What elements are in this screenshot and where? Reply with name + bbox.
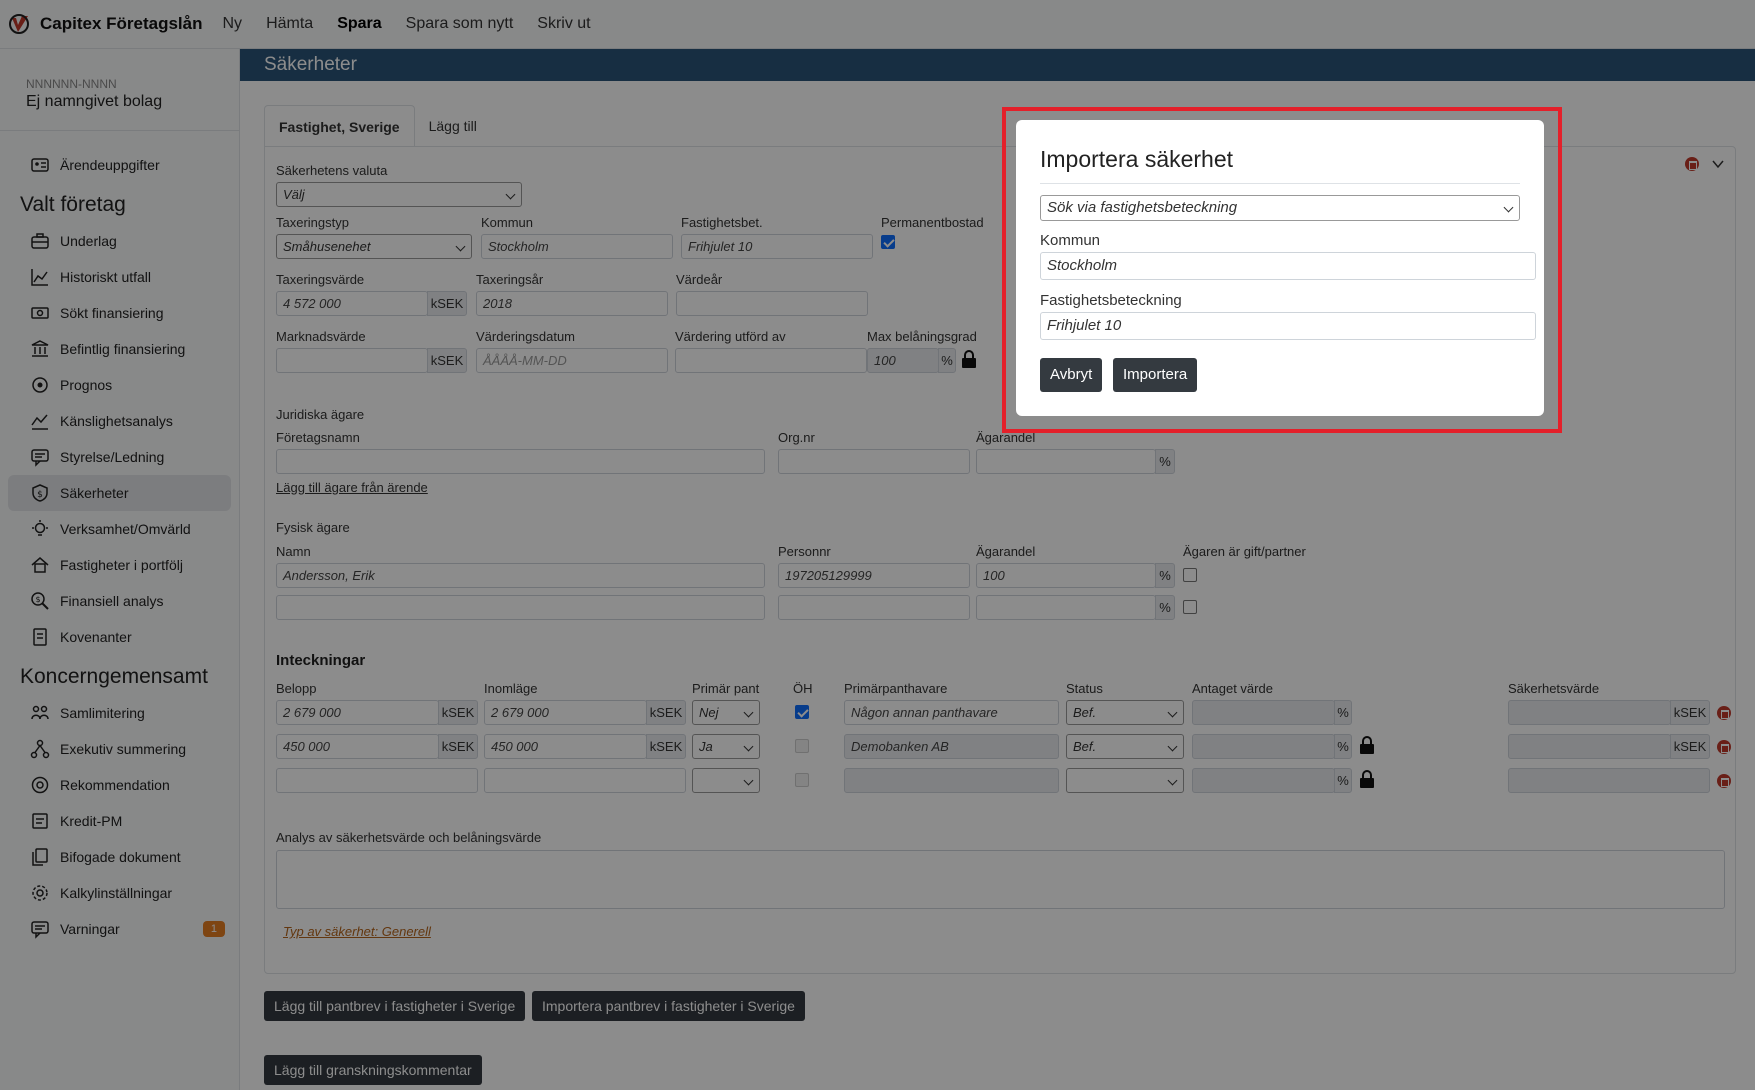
modal-fast-input[interactable]: Frihjulet 10 [1040,312,1536,340]
modal-fast-label: Fastighetsbeteckning [1040,292,1182,309]
modal-kommun-input[interactable]: Stockholm [1040,252,1536,280]
import-modal: Importera säkerhet Sök via fastighetsbet… [1016,120,1544,416]
modal-kommun-label: Kommun [1040,232,1101,249]
cancel-button[interactable]: Avbryt [1040,358,1103,392]
modal-title: Importera säkerhet [1040,146,1234,172]
import-button[interactable]: Importera [1113,358,1198,392]
search-mode-select[interactable]: Sök via fastighetsbeteckning [1040,195,1520,221]
modal-divider [1040,183,1520,184]
